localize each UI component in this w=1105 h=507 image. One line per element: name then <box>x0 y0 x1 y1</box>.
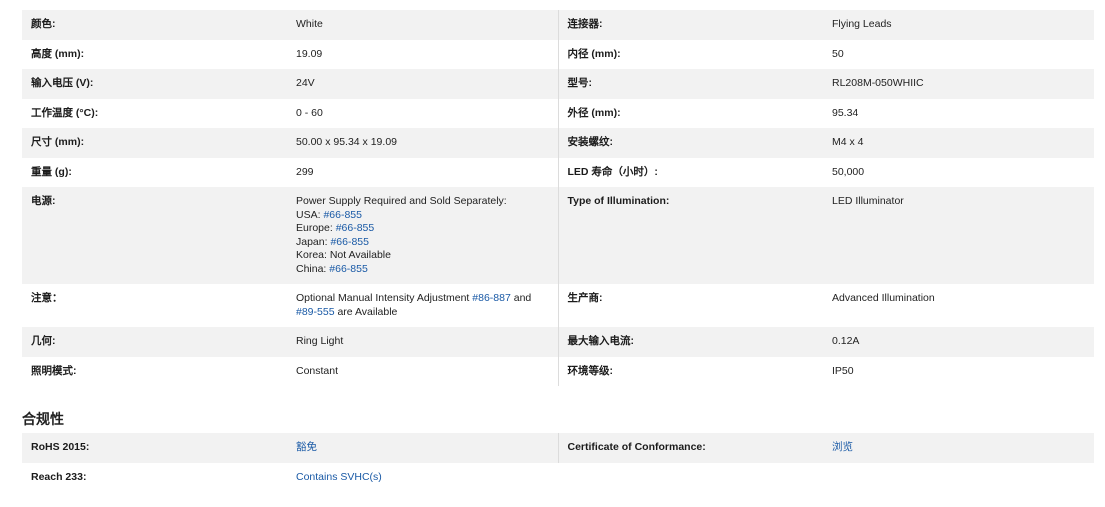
compliance-heading: 合规性 <box>22 411 64 427</box>
compliance-value-cell: 浏览 <box>823 433 1094 463</box>
spec-value: LED Illuminator <box>823 187 1094 284</box>
spec-value: 19.09 <box>296 47 323 60</box>
spec-label: 电源: <box>22 187 287 284</box>
spec-row: 工作温度 (°C): 0 - 60 外径 (mm): 95.34 <box>22 98 1094 128</box>
spec-row: 颜色: White 连接器: Flying Leads <box>22 10 1094 40</box>
power-china: China: #66-855 <box>296 263 549 277</box>
part-link-usa[interactable]: #66-855 <box>323 209 362 221</box>
spec-value: 50 <box>832 47 844 60</box>
empty-cell <box>558 463 823 493</box>
compliance-label: Certificate of Conformance: <box>557 433 823 463</box>
compliance-value-cell: 豁免 <box>287 433 558 463</box>
spec-value: 50.00 x 95.34 x 19.09 <box>287 128 558 158</box>
part-link-86-887[interactable]: #86-887 <box>472 292 511 304</box>
region-label: Europe: <box>296 222 336 234</box>
empty-cell <box>823 463 1094 493</box>
compliance-table: RoHS 2015: 豁免 Certificate of Conformance… <box>22 433 1094 492</box>
spec-label: 重量 (g): <box>31 165 72 178</box>
spec-value: M4 x 4 <box>823 128 1094 158</box>
power-korea: Korea: Not Available <box>296 249 391 261</box>
spec-label: 高度 (mm): <box>31 47 85 60</box>
part-link-china[interactable]: #66-855 <box>329 263 368 275</box>
spec-row-power: 电源: Power Supply Required and Sold Separ… <box>22 187 1094 284</box>
part-link-europe[interactable]: #66-855 <box>336 222 375 234</box>
power-japan: Japan: #66-855 <box>296 236 549 250</box>
spec-value: 24V <box>287 69 558 99</box>
compliance-value-cell: Contains SVHC(s) <box>287 463 558 493</box>
power-europe: Europe: #66-855 <box>296 222 549 236</box>
compliance-label: RoHS 2015: <box>22 433 287 463</box>
spec-row: 高度 (mm): 19.09 内径 (mm): 50 <box>22 39 1094 69</box>
spec-label: Type of Illumination: <box>557 187 823 284</box>
rohs-link[interactable]: 豁免 <box>296 441 317 453</box>
power-supply-value: Power Supply Required and Sold Separatel… <box>287 187 558 284</box>
part-link-89-555[interactable]: #89-555 <box>296 306 335 318</box>
spec-label: 环境等级: <box>557 356 823 386</box>
specifications-table-wrapper: 颜色: White 连接器: Flying Leads 高度 (mm): 19.… <box>22 10 1094 386</box>
spec-value: 50,000 <box>832 165 865 178</box>
spec-label: 外径 (mm): <box>557 98 823 128</box>
spec-label: 注意： <box>31 292 63 304</box>
compliance-row: RoHS 2015: 豁免 Certificate of Conformance… <box>22 433 1094 463</box>
power-usa: USA: #66-855 <box>296 209 549 223</box>
spec-label: 输入电压 (V): <box>22 69 287 99</box>
certificate-view-link[interactable]: 浏览 <box>832 441 853 453</box>
spec-value: RL208M-050WHIIC <box>823 69 1094 99</box>
spec-value: 0.12A <box>823 327 1094 357</box>
part-link-japan[interactable]: #66-855 <box>330 236 369 248</box>
spec-label: 颜色: <box>22 10 287 40</box>
spec-row: 重量 (g): 299 LED 寿命（小时）: 50,000 <box>22 157 1094 187</box>
spec-label: 尺寸 (mm): <box>22 128 287 158</box>
spec-value: 0 - 60 <box>296 106 323 119</box>
region-label: USA: <box>296 208 324 221</box>
region-label: China: <box>296 262 330 275</box>
spec-value: 299 <box>296 165 314 178</box>
note-text: are Available <box>334 305 398 318</box>
spec-value: Flying Leads <box>823 10 1094 40</box>
spec-label: 安装螺纹: <box>557 128 823 158</box>
spec-row: 几何: Ring Light 最大输入电流: 0.12A <box>22 327 1094 357</box>
spec-value: Constant <box>296 364 339 377</box>
spec-value: Ring Light <box>287 327 558 357</box>
spec-label: 工作温度 (°C): <box>31 106 99 119</box>
note-text: and <box>510 292 532 304</box>
spec-value: IP50 <box>832 364 854 377</box>
spec-value: 95.34 <box>832 106 859 119</box>
compliance-label: Reach 233: <box>31 470 87 483</box>
spec-value: White <box>287 10 558 40</box>
spec-row-note: 注意： Optional Manual Intensity Adjustment… <box>22 284 1094 327</box>
spec-label: 照明模式: <box>31 364 77 377</box>
note-value: Optional Manual Intensity Adjustment #86… <box>287 284 558 327</box>
spec-label: 型号: <box>557 69 823 99</box>
spec-label: 连接器: <box>557 10 823 40</box>
spec-value: Advanced Illumination <box>832 292 935 304</box>
compliance-row: Reach 233: Contains SVHC(s) <box>22 463 1094 493</box>
note-text: Optional Manual Intensity Adjustment <box>296 292 473 304</box>
spec-label: 生产商: <box>557 284 823 327</box>
region-label: Japan: <box>296 235 331 248</box>
specifications-table: 颜色: White 连接器: Flying Leads 高度 (mm): 19.… <box>22 10 1094 386</box>
spec-row: 输入电压 (V): 24V 型号: RL208M-050WHIIC <box>22 69 1094 99</box>
power-supply-note: Power Supply Required and Sold Separatel… <box>296 195 507 207</box>
spec-label: LED 寿命（小时）: <box>557 157 823 187</box>
spec-label: 内径 (mm): <box>557 39 823 69</box>
spec-row: 尺寸 (mm): 50.00 x 95.34 x 19.09 安装螺纹: M4 … <box>22 128 1094 158</box>
spec-label: 最大输入电流: <box>557 327 823 357</box>
spec-row: 照明模式: Constant 环境等级: IP50 <box>22 356 1094 386</box>
spec-label: 几何: <box>22 327 287 357</box>
reach-link[interactable]: Contains SVHC(s) <box>296 471 382 483</box>
compliance-table-wrapper: RoHS 2015: 豁免 Certificate of Conformance… <box>22 433 1094 492</box>
